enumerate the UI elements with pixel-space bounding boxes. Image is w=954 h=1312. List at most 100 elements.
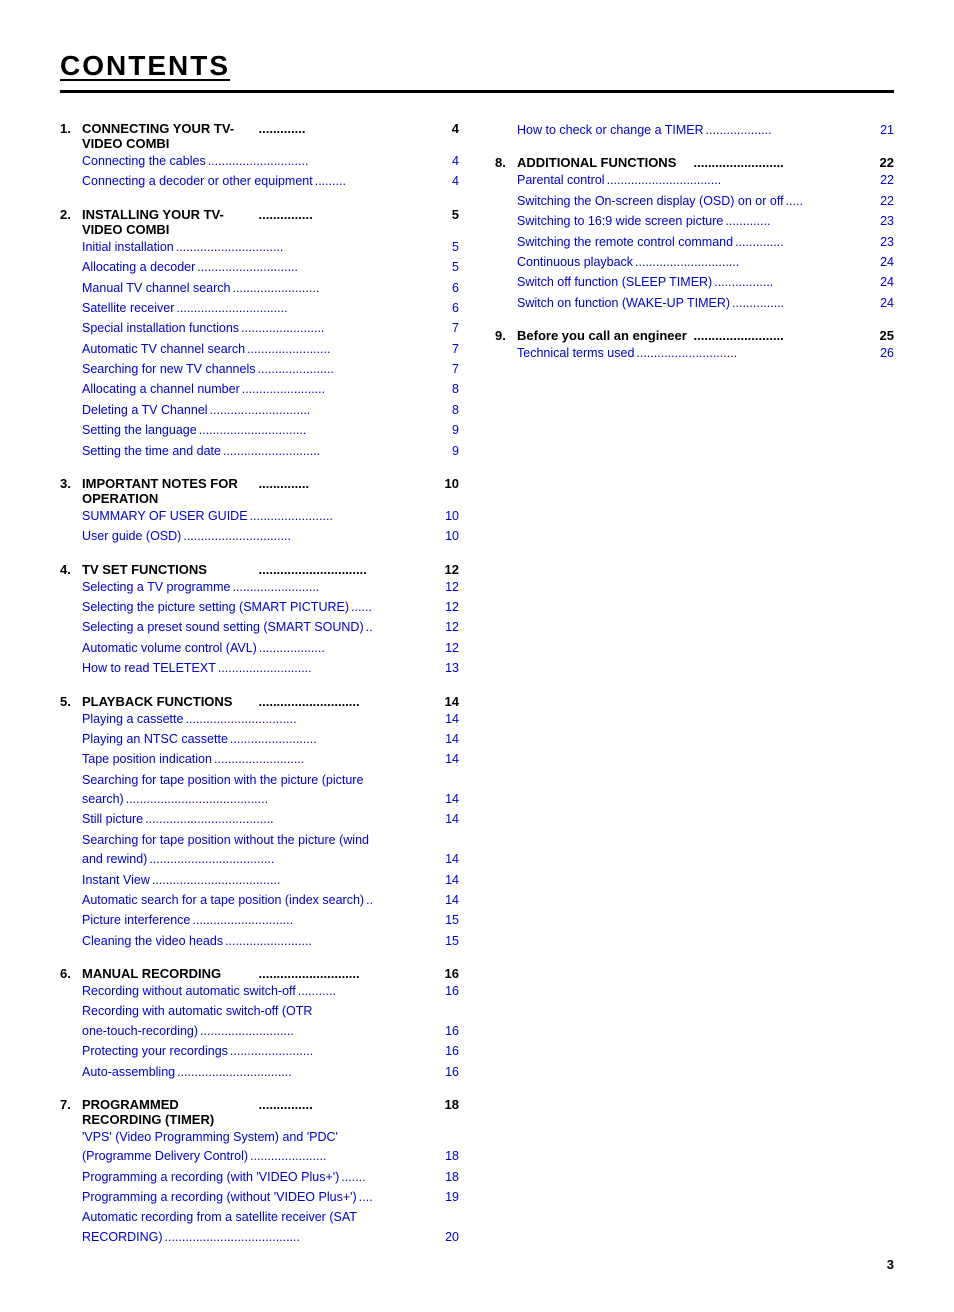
entry-label: one-touch-recording): [82, 1022, 198, 1041]
entry-label: (Programme Delivery Control): [82, 1147, 248, 1166]
entry-label: Setting the time and date: [82, 442, 221, 461]
entry-page: 18: [445, 1147, 459, 1166]
entry-row: Switching the remote control command ...…: [517, 233, 894, 253]
entry-label: Manual TV channel search: [82, 279, 230, 298]
entry-dots: ............................: [221, 442, 452, 462]
section-page: 4: [435, 121, 459, 136]
entry-page: 7: [452, 319, 459, 338]
entry-page: 8: [452, 401, 459, 420]
entry-row: Manual TV channel search ...............…: [82, 279, 459, 299]
entry-dots: ........................: [245, 340, 452, 360]
section-title: INSTALLING YOUR TV-VIDEO COMBI: [82, 207, 257, 237]
section-dots: ............................: [257, 694, 436, 709]
entry-page: 7: [452, 360, 459, 379]
section: 1.CONNECTING YOUR TV-VIDEO COMBI .......…: [60, 121, 459, 193]
entry-label: Protecting your recordings: [82, 1042, 228, 1061]
entry-dots: ........................: [248, 507, 446, 527]
entry-page: 14: [445, 730, 459, 749]
entry-dots: .........: [313, 172, 452, 192]
page-title: CONTENTS: [60, 50, 894, 93]
entry-label: Auto-assembling: [82, 1063, 175, 1082]
section-number: 8.: [495, 155, 517, 170]
entry-dots: ...........................: [216, 659, 445, 679]
section-title: ADDITIONAL FUNCTIONS: [517, 155, 692, 170]
entry-page: 12: [445, 618, 459, 637]
entry-row: Initial installation ...................…: [82, 238, 459, 258]
entry-page: 5: [452, 238, 459, 257]
entry-page: 24: [880, 273, 894, 292]
entry-label: Automatic TV channel search: [82, 340, 245, 359]
entry-label: Playing a cassette: [82, 710, 183, 729]
entry-row: Selecting a TV programme ...............…: [82, 578, 459, 598]
section: 6.MANUAL RECORDING .....................…: [60, 966, 459, 1083]
entry-label: Selecting the picture setting (SMART PIC…: [82, 598, 349, 617]
entry-row: Still picture ..........................…: [82, 810, 459, 830]
entry-dots: ..............: [733, 233, 880, 253]
entry-label: Instant View: [82, 871, 150, 890]
entry-label: Selecting a TV programme: [82, 578, 230, 597]
entry-page: 7: [452, 340, 459, 359]
entry-dots: ................................: [183, 710, 445, 730]
section: 9.Before you call an engineer ..........…: [495, 328, 894, 364]
entry-row: Setting the time and date ..............…: [82, 442, 459, 462]
entry-dots: .....................................: [150, 871, 445, 891]
entry-row: How to read TELETEXT ...................…: [82, 659, 459, 679]
entry-row: Technical terms used ...................…: [517, 344, 894, 364]
entry-page: 23: [880, 212, 894, 231]
entry-page: 9: [452, 421, 459, 440]
section: 7.PROGRAMMED RECORDING (TIMER) .........…: [60, 1097, 459, 1248]
entry-dots: ..........................: [212, 750, 445, 770]
entry-dots: .......................................: [163, 1228, 446, 1248]
entry-page: 14: [445, 790, 459, 809]
entry-row: Programming a recording (without 'VIDEO …: [82, 1188, 459, 1208]
entry-page: 12: [445, 578, 459, 597]
section-number: 2.: [60, 207, 82, 222]
entry-row: Playing an NTSC cassette ...............…: [82, 730, 459, 750]
section: 8.ADDITIONAL FUNCTIONS .................…: [495, 155, 894, 314]
entry-row: Searching for tape position without the …: [82, 831, 459, 850]
entry-dots: .........................: [228, 730, 445, 750]
entry-row: Tape position indication ...............…: [82, 750, 459, 770]
section-number: 9.: [495, 328, 517, 343]
entry-row: SUMMARY OF USER GUIDE ..................…: [82, 507, 459, 527]
entry-label: Parental control: [517, 171, 605, 190]
entry-label: search): [82, 790, 124, 809]
entry-page: 16: [445, 1042, 459, 1061]
entry-page: 16: [445, 1022, 459, 1041]
entry-page: 15: [445, 932, 459, 951]
section-title: CONNECTING YOUR TV-VIDEO COMBI: [82, 121, 257, 151]
entry-dots: .................................: [605, 171, 881, 191]
section-title: MANUAL RECORDING: [82, 966, 257, 981]
section-page: 25: [870, 328, 894, 343]
entry-label: Recording with automatic switch-off (OTR: [82, 1002, 312, 1021]
section-header: 3.IMPORTANT NOTES FOR OPERATION ........…: [60, 476, 459, 506]
entry-row: Deleting a TV Channel ..................…: [82, 401, 459, 421]
entry-label: Searching for tape position without the …: [82, 831, 369, 850]
entry-page: 14: [445, 871, 459, 890]
entry-dots: ...................: [257, 639, 445, 659]
entry-dots: .........................: [230, 279, 452, 299]
entry-page: 10: [445, 527, 459, 546]
entry-dots: .....: [784, 192, 881, 212]
entry-dots: ...............................: [197, 421, 452, 441]
section-page: 10: [435, 476, 459, 491]
entry-label: Playing an NTSC cassette: [82, 730, 228, 749]
entry-label: Allocating a channel number: [82, 380, 240, 399]
entry-label: Switching the On-screen display (OSD) on…: [517, 192, 784, 211]
entry-dots: ..: [364, 891, 445, 911]
section: 3.IMPORTANT NOTES FOR OPERATION ........…: [60, 476, 459, 548]
entry-label: 'VPS' (Video Programming System) and 'PD…: [82, 1128, 338, 1147]
section-header: 2.INSTALLING YOUR TV-VIDEO COMBI .......…: [60, 207, 459, 237]
section-header: 5.PLAYBACK FUNCTIONS ...................…: [60, 694, 459, 709]
entry-page: 4: [452, 152, 459, 171]
entry-row: Allocating a decoder ...................…: [82, 258, 459, 278]
entry-label: Still picture: [82, 810, 143, 829]
entry-dots: .............................: [206, 152, 452, 172]
section-dots: ............................: [257, 966, 436, 981]
section: How to check or change a TIMER .........…: [495, 121, 894, 141]
page-number: 3: [887, 1257, 894, 1272]
entry-label: Switching to 16:9 wide screen picture: [517, 212, 723, 231]
entry-row: Automatic volume control (AVL) .........…: [82, 639, 459, 659]
entry-page: 24: [880, 294, 894, 313]
section: 4.TV SET FUNCTIONS .....................…: [60, 562, 459, 680]
